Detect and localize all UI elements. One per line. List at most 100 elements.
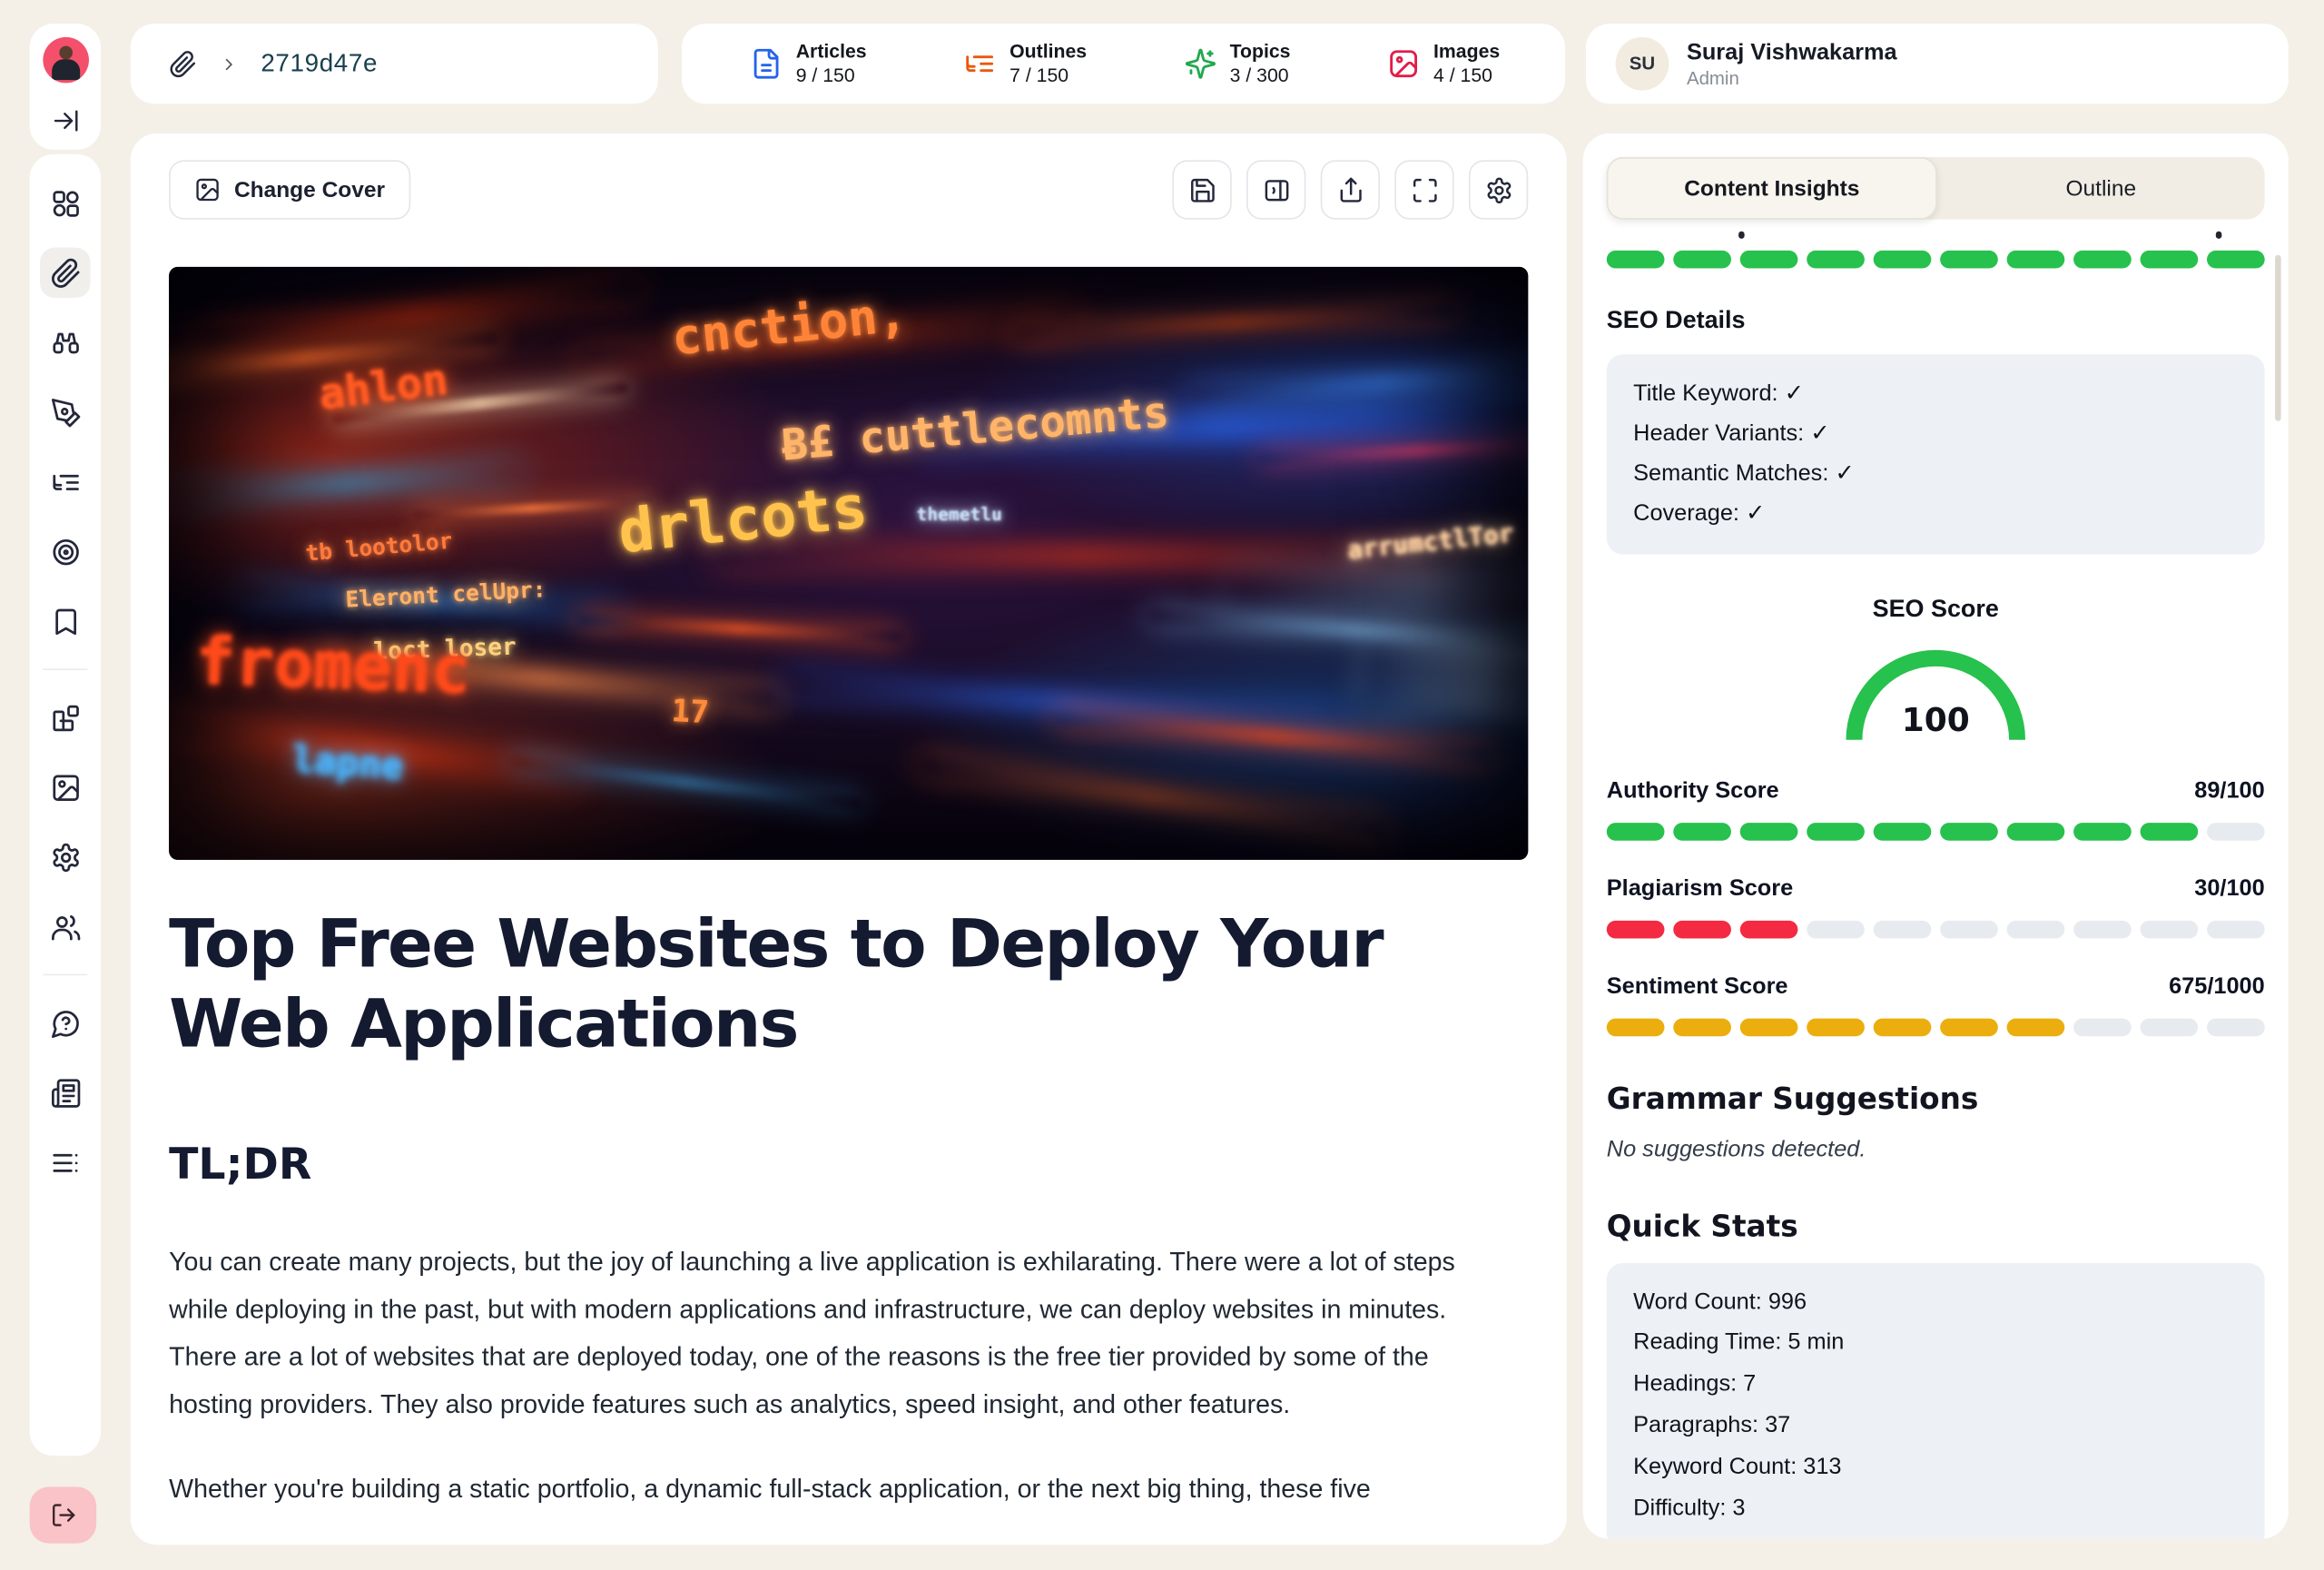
stat-label: Images: [1433, 40, 1500, 64]
list-dots-icon: [50, 1147, 81, 1178]
gear-icon: [50, 842, 81, 873]
fullscreen-icon: [1410, 175, 1438, 203]
article-title[interactable]: Top Free Websites to Deploy Your Web App…: [169, 904, 1540, 1064]
save-button[interactable]: [1172, 160, 1231, 219]
seo-score-value: 100: [1902, 701, 1970, 738]
seo-details-heading: SEO Details: [1607, 307, 2265, 335]
cover-code-fragment: themetlu: [917, 504, 1002, 525]
quick-stat-item: Paragraphs: 37: [1633, 1406, 2238, 1447]
cover-code-fragment: tb lootolor: [304, 528, 453, 567]
stat-outlines: Outlines7 / 150: [964, 40, 1088, 88]
sidebar-profile-card: [30, 24, 101, 150]
user-initials-avatar: SU: [1616, 37, 1669, 91]
sidebar-divider: [43, 668, 87, 670]
grammar-suggestions-message: No suggestions detected.: [1607, 1136, 2265, 1162]
seo-detail-item: Coverage: ✓: [1633, 494, 2238, 534]
grammar-suggestions-heading: Grammar Suggestions: [1607, 1080, 2265, 1115]
quick-stat-item: Keyword Count: 313: [1633, 1447, 2238, 1489]
cover-code-fragment: Eleront celUpr:: [345, 576, 547, 613]
sidebar-item-articles[interactable]: [40, 248, 91, 299]
tab-content-insights[interactable]: Content Insights: [1607, 157, 1937, 220]
stat-images: Images4 / 150: [1387, 40, 1500, 88]
breadcrumb-document-id[interactable]: 2719d47e: [261, 49, 378, 79]
seo-detail-item: Header Variants: ✓: [1633, 414, 2238, 454]
arrow-right-to-line-icon: [51, 106, 79, 134]
seo-score-gauge: 100: [1837, 636, 2034, 743]
sidebar-nav: [30, 154, 101, 1456]
sidebar-item-settings[interactable]: [40, 832, 91, 883]
fullscreen-button[interactable]: [1394, 160, 1453, 219]
sentiment-score-block: Sentiment Score675/1000: [1607, 973, 2265, 1036]
chevron-right-icon: [220, 54, 239, 74]
user-avatar[interactable]: [43, 37, 89, 84]
sidebar-item-writer[interactable]: [40, 387, 91, 438]
stat-label: Outlines: [1009, 40, 1087, 64]
authority-segment-bar: [1607, 822, 2265, 840]
score-label: Plagiarism Score: [1607, 875, 1793, 902]
help-bubble-icon: [50, 1007, 81, 1038]
cover-code-fragment: ahlon: [316, 354, 450, 420]
breadcrumb: 2719d47e: [131, 24, 658, 104]
sidebar-item-changelog[interactable]: [40, 1137, 91, 1188]
save-icon: [1188, 175, 1216, 203]
tab-outline[interactable]: Outline: [1937, 157, 2265, 220]
cover-code-fragment: arrumctlTor: [1346, 519, 1515, 567]
article-paragraph[interactable]: Whether you're building a static portfol…: [169, 1466, 1511, 1514]
sidebar-item-images[interactable]: [40, 762, 91, 813]
image-icon: [1387, 47, 1420, 80]
usage-stats-bar: Articles9 / 150 Outlines7 / 150 Topics3 …: [682, 24, 1565, 104]
cover-code-fragment: cnction,: [669, 284, 910, 366]
blocks-icon: [50, 702, 81, 733]
readability-segment-bar: [1607, 251, 2265, 269]
sentiment-segment-bar: [1607, 1018, 2265, 1036]
stat-articles: Articles9 / 150: [750, 40, 866, 88]
authority-score-block: Authority Score 89/100: [1607, 777, 2265, 840]
cover-code-fragment: drlcots: [615, 473, 871, 567]
seo-details-box: Title Keyword: ✓ Header Variants: ✓ Sema…: [1607, 354, 2265, 554]
score-value: 30/100: [2194, 875, 2264, 902]
binoculars-icon: [50, 327, 81, 358]
toggle-panel-button[interactable]: [1246, 160, 1305, 219]
sidebar-item-research[interactable]: [40, 317, 91, 368]
clipped-score-row: [1607, 232, 2265, 242]
collapse-sidebar-button[interactable]: [40, 94, 91, 145]
score-label: Authority Score: [1607, 777, 1779, 804]
logout-button[interactable]: [30, 1487, 96, 1544]
change-cover-button[interactable]: Change Cover: [169, 160, 410, 219]
newspaper-icon: [50, 1077, 81, 1108]
logout-icon: [50, 1502, 76, 1528]
plagiarism-score-block: Plagiarism Score 30/100: [1607, 875, 2265, 938]
target-icon: [50, 536, 81, 567]
share-button[interactable]: [1321, 160, 1380, 219]
user-name: Suraj Vishwakarma: [1687, 38, 1897, 68]
cover-code-fragment: Ƀ£ cuttlecomnts: [779, 387, 1170, 471]
settings-button[interactable]: [1469, 160, 1528, 219]
plagiarism-segment-bar: [1607, 920, 2265, 938]
sidebar-item-outlines[interactable]: [40, 457, 91, 508]
sidebar-item-topics[interactable]: [40, 527, 91, 578]
quick-stats-box: Word Count: 996 Reading Time: 5 min Head…: [1607, 1262, 2265, 1538]
stat-value: 9 / 150: [796, 64, 867, 88]
insights-tabs: Content Insights Outline: [1607, 157, 2265, 220]
sidebar-item-docs[interactable]: [40, 1068, 91, 1119]
sidebar-item-bookmarks[interactable]: [40, 596, 91, 647]
panel-scrollbar[interactable]: [2275, 255, 2281, 421]
tldr-heading[interactable]: TL;DR: [169, 1139, 1528, 1190]
stat-label: Articles: [796, 40, 867, 64]
stat-topics: Topics3 / 300: [1184, 40, 1290, 88]
editor-actions: [1172, 160, 1528, 219]
quick-stats-heading: Quick Stats: [1607, 1208, 2265, 1243]
article-paragraph[interactable]: You can create many projects, but the jo…: [169, 1239, 1511, 1428]
sidebar-item-help[interactable]: [40, 998, 91, 1049]
stat-label: Topics: [1230, 40, 1291, 64]
score-value: 89/100: [2194, 777, 2264, 804]
change-cover-label: Change Cover: [234, 177, 385, 202]
sidebar-item-integrations[interactable]: [40, 692, 91, 743]
sidebar-item-team[interactable]: [40, 902, 91, 953]
image-icon: [194, 176, 221, 202]
file-text-icon: [750, 47, 783, 80]
sidebar-item-dashboard[interactable]: [40, 178, 91, 229]
cover-image: cnction, ahlon Ƀ£ cuttlecomntsdrlcots tb lo…: [169, 267, 1528, 860]
user-menu[interactable]: SU Suraj Vishwakarma Admin: [1586, 24, 2289, 104]
sparkles-icon: [1184, 47, 1216, 80]
